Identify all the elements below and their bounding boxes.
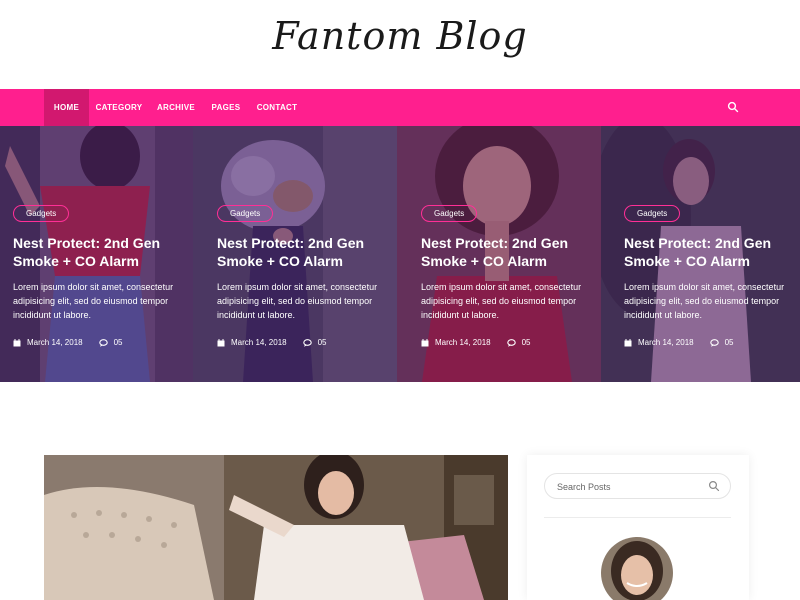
comment-icon [98,338,108,347]
category-badge[interactable]: Gadgets [624,205,681,222]
comment-count: 05 [521,338,531,347]
site-logo[interactable]: Fantom Blog [0,14,800,58]
author-avatar [601,537,673,600]
comment-icon [302,338,312,347]
post-date: March 14, 2018 [638,338,694,347]
comment-icon [506,338,516,347]
post-title[interactable]: Nest Protect: 2nd Gen Smoke + CO Alarm [217,234,387,270]
featured-post-image[interactable] [44,455,508,600]
avatar-photo [601,537,673,600]
search-icon[interactable] [727,101,739,113]
post-title[interactable]: Nest Protect: 2nd Gen Smoke + CO Alarm [13,234,183,270]
post-meta: March 14, 2018 05 [624,338,790,347]
post-date: March 14, 2018 [435,338,491,347]
calendar-icon [13,338,21,346]
featured-photo [44,455,508,600]
comment-count: 05 [113,338,123,347]
featured-slider: Gadgets Nest Protect: 2nd Gen Smoke + CO… [0,126,800,382]
post-excerpt: Lorem ipsum dolor sit amet, consectetur … [13,282,174,320]
comment-icon [709,338,719,347]
nav-item-category[interactable]: CATEGORY [93,89,145,126]
post-excerpt: Lorem ipsum dolor sit amet, consectetur … [217,282,378,320]
divider [544,517,731,518]
post-title[interactable]: Nest Protect: 2nd Gen Smoke + CO Alarm [624,234,790,270]
category-badge[interactable]: Gadgets [421,205,478,222]
post-date: March 14, 2018 [27,338,83,347]
nav-item-home[interactable]: HOME [44,89,89,126]
site-header: Fantom Blog [0,0,800,89]
category-badge[interactable]: Gadgets [13,205,70,222]
post-card[interactable]: Gadgets Nest Protect: 2nd Gen Smoke + CO… [193,126,397,382]
calendar-icon [421,338,429,346]
post-title[interactable]: Nest Protect: 2nd Gen Smoke + CO Alarm [421,234,591,270]
nav-item-archive[interactable]: ARCHIVE [151,89,201,126]
main-nav: HOME CATEGORY ARCHIVE PAGES CONTACT [0,89,800,126]
post-meta: March 14, 2018 05 [217,338,387,347]
comment-count: 05 [724,338,734,347]
post-excerpt: Lorem ipsum dolor sit amet, consectetur … [624,282,785,320]
post-card[interactable]: Gadgets Nest Protect: 2nd Gen Smoke + CO… [397,126,601,382]
post-excerpt: Lorem ipsum dolor sit amet, consectetur … [421,282,582,320]
post-meta: March 14, 2018 05 [421,338,591,347]
sidebar-search [544,473,731,499]
search-icon[interactable] [708,480,720,492]
post-date: March 14, 2018 [231,338,287,347]
nav-item-contact[interactable]: CONTACT [252,89,302,126]
sidebar [527,455,749,600]
calendar-icon [217,338,225,346]
post-card[interactable]: Gadgets Nest Protect: 2nd Gen Smoke + CO… [601,126,800,382]
nav-item-pages[interactable]: PAGES [206,89,246,126]
post-card[interactable]: Gadgets Nest Protect: 2nd Gen Smoke + CO… [0,126,193,382]
calendar-icon [624,338,632,346]
comment-count: 05 [317,338,327,347]
post-meta: March 14, 2018 05 [13,338,183,347]
category-badge[interactable]: Gadgets [217,205,274,222]
search-input[interactable] [557,478,707,496]
